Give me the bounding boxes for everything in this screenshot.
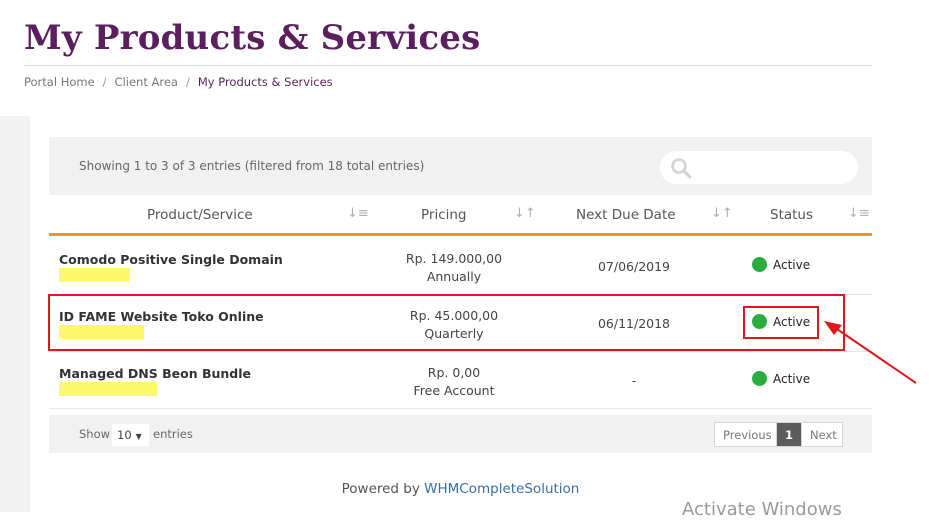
sort-desc-icon[interactable]: ↓≡ [347, 206, 369, 221]
annotation-row-highlight [48, 294, 845, 351]
status-label: Active [773, 258, 811, 272]
column-header-due-date[interactable]: Next Due Date [576, 207, 676, 223]
annotation-status-highlight [743, 306, 819, 339]
pagination-page-1[interactable]: 1 [777, 423, 801, 446]
breadcrumb-portal-home[interactable]: Portal Home [24, 75, 95, 89]
status-dot-icon [752, 371, 767, 386]
sort-icon[interactable]: ↓↑ [711, 206, 733, 221]
status-badge: Active [752, 371, 811, 386]
table-header: Product/Service ↓≡ Pricing ↓↑ Next Due D… [49, 195, 872, 236]
column-header-status[interactable]: Status [770, 207, 813, 223]
entries-per-page-value: 10 [117, 428, 132, 442]
column-header-pricing[interactable]: Pricing [421, 207, 467, 223]
breadcrumb-current: My Products & Services [197, 75, 333, 89]
redacted-domain [59, 268, 130, 282]
status-label: Active [773, 372, 811, 386]
breadcrumb-separator: / [185, 75, 190, 89]
entries-per-page-select[interactable]: 10 ▼ [112, 424, 149, 446]
table-row[interactable]: Managed DNS Beon Bundle Rp. 0,00 Free Ac… [49, 352, 872, 409]
arrow-icon [824, 321, 917, 384]
sidebar-strip [0, 116, 30, 512]
product-name[interactable]: Managed DNS Beon Bundle [59, 366, 251, 381]
product-pricing: Rp. 149.000,00 Annually [369, 250, 539, 286]
table-footer: Show 10 ▼ entries Previous 1 Next [49, 415, 872, 453]
show-label: Show [79, 427, 111, 441]
next-due-date: - [631, 373, 637, 388]
table-row[interactable]: Comodo Positive Single Domain Rp. 149.00… [49, 238, 872, 295]
page-title: My Products & Services [24, 18, 481, 58]
billing-cycle: Free Account [413, 383, 495, 398]
search-icon [671, 158, 692, 179]
powered-by-label: Powered by [341, 481, 420, 497]
pagination-next-button[interactable]: Next [801, 423, 842, 446]
pagination-previous-button[interactable]: Previous [715, 423, 777, 446]
breadcrumb: Portal Home / Client Area / My Products & Se… [24, 75, 333, 89]
table-toolbar: Showing 1 to 3 of 3 entries (filtered fr… [49, 137, 872, 195]
table-info: Showing 1 to 3 of 3 entries (filtered fr… [79, 159, 425, 173]
price-amount: Rp. 0,00 [427, 365, 481, 380]
table-search-input[interactable] [660, 151, 858, 184]
billing-cycle: Annually [426, 269, 482, 284]
sort-desc-icon[interactable]: ↓≡ [848, 206, 870, 221]
price-amount: Rp. 149.000,00 [405, 251, 503, 266]
caret-down-icon: ▼ [135, 432, 142, 441]
powered-by-footer: Powered by WHMCompleteSolution [0, 481, 921, 497]
status-badge: Active [752, 257, 811, 272]
next-due-date: 07/06/2019 [597, 259, 671, 274]
sort-icon[interactable]: ↓↑ [514, 206, 536, 221]
column-header-product[interactable]: Product/Service [147, 207, 253, 223]
pagination: Previous 1 Next [714, 422, 843, 447]
breadcrumb-separator: / [102, 75, 107, 89]
status-dot-icon [752, 257, 767, 272]
title-divider [24, 65, 872, 66]
entries-label: entries [153, 427, 193, 441]
redacted-domain [59, 382, 157, 396]
product-pricing: Rp. 0,00 Free Account [369, 364, 539, 400]
product-name[interactable]: Comodo Positive Single Domain [59, 252, 283, 267]
breadcrumb-client-area[interactable]: Client Area [115, 75, 178, 89]
activate-windows-watermark: Activate Windows [682, 499, 842, 520]
whmcs-link[interactable]: WHMCompleteSolution [424, 481, 579, 497]
